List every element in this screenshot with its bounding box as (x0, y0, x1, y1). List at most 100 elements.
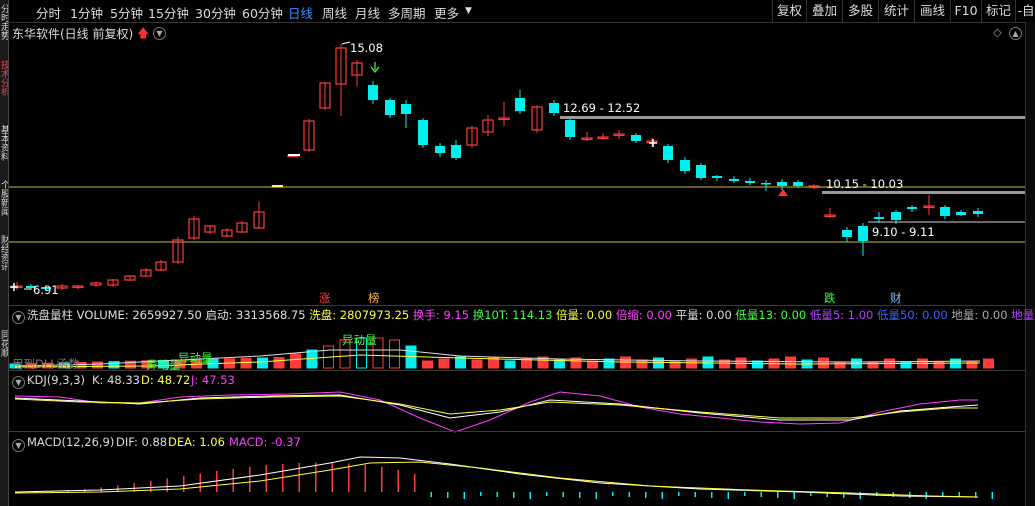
cai-marker[interactable]: 财 (890, 290, 902, 306)
macd-bar-36 (612, 492, 614, 496)
resistance-band-1 (560, 116, 1025, 119)
zhang-marker[interactable]: 涨 (319, 290, 331, 306)
candle-body-54 (891, 212, 901, 220)
volume-bar-40 (669, 360, 681, 369)
macd-bar-20 (348, 463, 350, 492)
candle-body-31 (515, 98, 525, 111)
volume-bar-31 (521, 358, 532, 369)
macd-bar-19 (331, 462, 333, 492)
volume-bar-38 (636, 359, 648, 369)
volume-indicator-9: 低量5: 1.00 (806, 308, 874, 322)
macd-bar-27 (463, 492, 465, 499)
macd-bar-45 (760, 492, 762, 497)
kdj-d-value: D: 48.72 (141, 373, 191, 387)
volume-bar-45 (752, 360, 763, 369)
macd-bar-15 (265, 465, 267, 492)
macd-panel-name: MACD(12,26,9) (27, 435, 115, 449)
macd-bar-40 (678, 492, 680, 496)
panel-divider-volume (9, 305, 1025, 306)
low-price-label: 6.91 (33, 283, 59, 297)
down-arrow-icon (370, 62, 380, 73)
candle-body-43 (712, 176, 722, 178)
macd-bar-26 (447, 492, 449, 498)
volume-bar-28 (471, 359, 483, 369)
macd-bar-13 (232, 468, 234, 492)
macd-bar-35 (595, 492, 597, 499)
macd-dif-value: DIF: 0.88 (116, 435, 168, 449)
candle-body-46 (761, 183, 771, 185)
macd-bar-14 (249, 466, 251, 492)
volume-bar-23 (389, 339, 400, 369)
ydl-label-3: 异动量 (342, 333, 377, 347)
macd-bar-10 (183, 475, 185, 492)
kdj-panel-menu-icon[interactable]: ▼ (12, 374, 25, 389)
macd-dif-line (14, 456, 979, 498)
macd-bar-47 (793, 492, 795, 499)
candle-body-27 (451, 145, 461, 158)
macd-bar-56 (942, 492, 944, 496)
volume-indicator-2: 洗盘: 2807973.25 (305, 308, 410, 322)
panel-divider-macd (9, 431, 1025, 432)
macd-bar-41 (694, 492, 696, 497)
candle-body-41 (680, 160, 690, 171)
candle-body-40 (663, 146, 673, 160)
macd-bar-30 (513, 492, 515, 498)
right-scrollbar[interactable] (1025, 22, 1035, 506)
volume-bar-26 (438, 358, 450, 369)
candle-body-47 (777, 182, 787, 186)
volume-bar-16 (273, 357, 285, 369)
volume-bar-25 (422, 360, 433, 369)
candle-body-23 (385, 100, 395, 115)
cursor-cross-mid (649, 139, 657, 147)
volume-bar-36 (603, 358, 615, 369)
candle-body-59 (973, 211, 983, 214)
volume-bar-17 (290, 353, 301, 369)
macd-bar-59 (991, 492, 993, 499)
volume-bar-35 (587, 360, 598, 369)
candle-body-58 (956, 212, 966, 215)
candle-body-44 (729, 179, 739, 181)
macd-bar-21 (364, 464, 366, 492)
candle-body-25 (418, 120, 428, 145)
macd-bar-34 (579, 492, 581, 498)
volume-bar-33 (554, 359, 565, 369)
macd-bar-22 (381, 466, 383, 492)
macd-bar-33 (562, 492, 564, 497)
volume-bar-47 (785, 356, 796, 369)
volume-panel-header: 洗盘量柱 VOLUME: 2659927.50 启动: 3313568.75 洗… (27, 307, 1035, 323)
macd-bar-23 (397, 469, 399, 492)
candle-body-limit-up (272, 185, 283, 187)
volume-indicator-0: VOLUME: 2659927.50 (76, 308, 202, 322)
volume-panel-menu-icon[interactable]: ▼ (12, 309, 25, 324)
die-marker[interactable]: 跌 (824, 290, 836, 306)
macd-bar-32 (546, 492, 548, 496)
macd-bar-43 (727, 492, 729, 499)
volume-bar-59 (983, 358, 994, 369)
high-price-label: 15.08 (350, 41, 383, 55)
macd-bar-39 (661, 492, 663, 499)
kdj-panel-name: KDJ(9,3,3) (27, 373, 86, 387)
bang-marker[interactable]: 榜 (368, 290, 380, 306)
volume-indicator-3: 换手: 9.15 (409, 308, 470, 322)
macd-bar-44 (744, 492, 746, 496)
macd-panel-menu-icon[interactable]: ▼ (12, 437, 25, 452)
volume-indicator-6: 倍缩: 0.00 (612, 308, 672, 322)
macd-value: MACD: -0.37 (229, 435, 301, 449)
macd-bar-29 (496, 492, 498, 497)
volume-bar-6 (108, 361, 120, 369)
candle-body-55 (907, 207, 917, 209)
volume-indicator-12: 地量60 (1011, 308, 1035, 322)
range-label-3: 9.10 - 9.11 (872, 225, 935, 239)
macd-bar-37 (628, 492, 630, 497)
candle-body-33 (549, 103, 559, 113)
candle-body-48 (793, 182, 803, 186)
volume-indicator-1: 启动: 3313568.75 (201, 308, 306, 322)
macd-bar-42 (711, 492, 713, 498)
candle-body-57 (940, 207, 950, 216)
candle-body-22 (368, 85, 378, 100)
macd-bar-25 (430, 492, 432, 497)
volume-bar-39 (653, 357, 664, 369)
volume-bar-14 (240, 357, 252, 369)
candle-body-26 (435, 146, 445, 153)
macd-bar-17 (298, 462, 300, 492)
